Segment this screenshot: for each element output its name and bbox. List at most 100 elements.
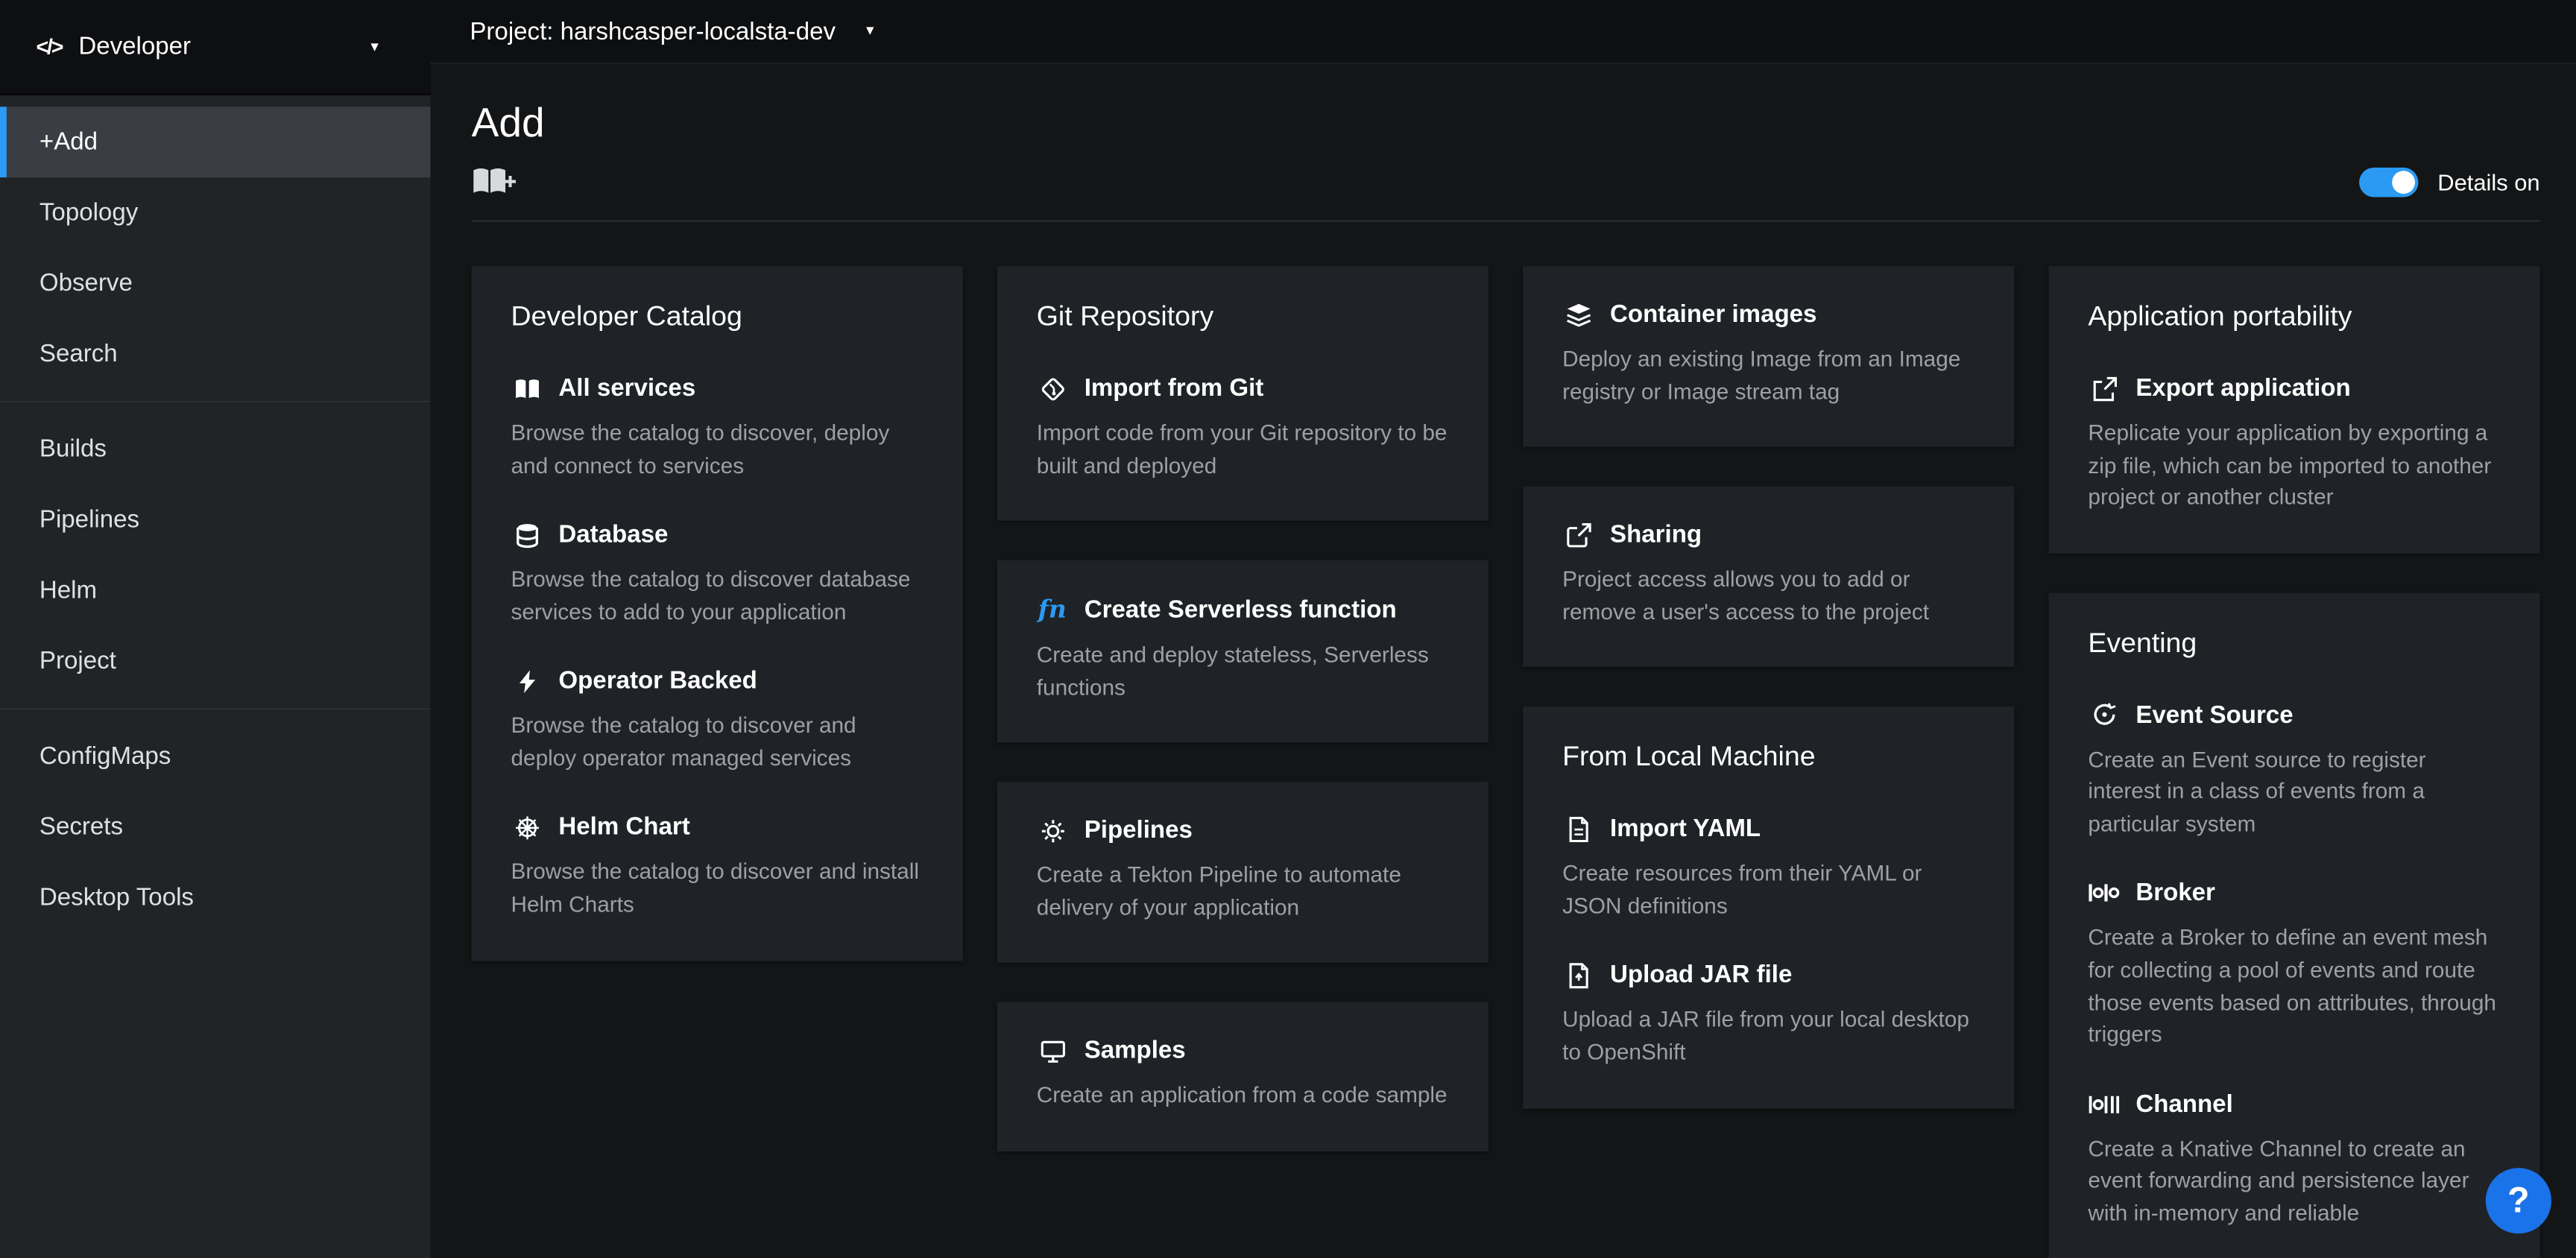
add-item-all-services[interactable]: All services Browse the catalog to disco…	[511, 375, 923, 482]
add-page: Add Details on Developer Catalog	[430, 64, 2576, 1258]
help-button[interactable]: ?	[2486, 1168, 2551, 1233]
card-pipelines[interactable]: Pipelines Create a Tekton Pipeline to au…	[997, 783, 1489, 964]
chevron-down-icon: ▼	[368, 40, 381, 54]
main-area: Project: harshcasper-localsta-dev ▼ Add …	[430, 0, 2576, 1258]
project-selector[interactable]: Project: harshcasper-localsta-dev ▼	[430, 0, 2576, 64]
add-item-broker[interactable]: Broker Create a Broker to define an even…	[2088, 879, 2500, 1051]
card-title: Application portability	[2088, 300, 2500, 333]
sidebar-item-label: +Add	[40, 128, 98, 156]
card-from-local-machine: From Local Machine Import YAML Create re…	[1523, 707, 2014, 1107]
add-item-sharing[interactable]: Sharing Project access allows you to add…	[1562, 521, 1974, 628]
toggle-switch-on[interactable]	[2359, 167, 2418, 197]
item-title: Upload JAR file	[1610, 961, 1792, 989]
item-title: Sharing	[1610, 521, 1702, 549]
question-mark-icon: ?	[2507, 1180, 2530, 1222]
card-container-images[interactable]: Container images Deploy an existing Imag…	[1523, 266, 2014, 447]
item-head: Export application	[2088, 375, 2500, 402]
card-developer-catalog: Developer Catalog All services Browse th…	[472, 266, 963, 960]
code-icon: </>	[36, 34, 62, 59]
operator-backed-icon	[511, 668, 542, 695]
card-serverless-function[interactable]: fn Create Serverless function Create and…	[997, 560, 1489, 743]
item-title: Broker	[2135, 879, 2215, 907]
catalog-icon	[511, 376, 542, 402]
item-head: Import from Git	[1037, 375, 1449, 402]
nav-group-3: ConfigMaps Secrets Desktop Tools	[0, 708, 430, 944]
channel-icon	[2088, 1092, 2119, 1116]
item-head: Sharing	[1562, 521, 1974, 549]
item-description: Create a Knative Channel to create an ev…	[2088, 1133, 2500, 1229]
sidebar-item-observe[interactable]: Observe	[0, 248, 430, 319]
item-title: Samples	[1085, 1037, 1186, 1065]
add-item-samples[interactable]: Samples Create an application from a cod…	[1037, 1037, 1449, 1112]
git-icon	[1037, 376, 1068, 402]
item-description: Import code from your Git repository to …	[1037, 417, 1449, 481]
sidebar-item-configmaps[interactable]: ConfigMaps	[0, 721, 430, 792]
add-item-import-from-git[interactable]: Import from Git Import code from your Gi…	[1037, 375, 1449, 482]
upload-jar-icon	[1562, 962, 1594, 988]
sidebar-item-add[interactable]: +Add	[0, 107, 430, 177]
add-item-channel[interactable]: Channel Create a Knative Channel to crea…	[2088, 1090, 2500, 1230]
nav-group-1: +Add Topology Observe Search	[0, 95, 430, 401]
item-description: Create an application from a code sample	[1037, 1080, 1449, 1112]
sidebar-item-label: Topology	[40, 199, 138, 227]
sidebar-item-helm[interactable]: Helm	[0, 555, 430, 626]
add-item-create-serverless-function[interactable]: fn Create Serverless function Create and…	[1037, 595, 1449, 704]
broker-icon	[2088, 881, 2119, 905]
details-toggle[interactable]: Details on	[2359, 167, 2540, 197]
add-item-operator-backed[interactable]: Operator Backed Browse the catalog to di…	[511, 667, 923, 774]
add-item-database[interactable]: Database Browse the catalog to discover …	[511, 521, 923, 628]
add-item-export-application[interactable]: Export application Replicate your applic…	[2088, 375, 2500, 514]
sidebar-item-label: ConfigMaps	[40, 742, 171, 770]
item-head: Event Source	[2088, 701, 2500, 728]
item-title: Create Serverless function	[1085, 595, 1397, 623]
item-head: Container images	[1562, 300, 1974, 328]
item-title: Channel	[2135, 1090, 2232, 1118]
item-description: Browse the catalog to discover and deplo…	[511, 710, 923, 774]
page-title: Add	[472, 100, 2540, 148]
item-title: Event Source	[2135, 701, 2293, 728]
add-item-container-images[interactable]: Container images Deploy an existing Imag…	[1562, 300, 1974, 408]
item-title: Export application	[2135, 375, 2350, 402]
add-cards-grid: Developer Catalog All services Browse th…	[472, 266, 2540, 1258]
perspective-switcher[interactable]: </> Developer ▼	[0, 0, 430, 95]
sidebar-item-builds[interactable]: Builds	[0, 414, 430, 484]
sidebar-item-secrets[interactable]: Secrets	[0, 791, 430, 862]
item-title: Import YAML	[1610, 815, 1761, 843]
add-item-event-source[interactable]: Event Source Create an Event source to r…	[2088, 701, 2500, 840]
sidebar-item-search[interactable]: Search	[0, 319, 430, 390]
sidebar-item-label: Search	[40, 340, 118, 367]
item-description: Project access allows you to add or remo…	[1562, 563, 1974, 628]
sidebar-item-project[interactable]: Project	[0, 626, 430, 697]
nav-group-2: Builds Pipelines Helm Project	[0, 401, 430, 708]
item-head: Import YAML	[1562, 815, 1974, 843]
pipelines-icon	[1037, 818, 1068, 844]
item-description: Replicate your application by exporting …	[2088, 417, 2500, 513]
card-sharing[interactable]: Sharing Project access allows you to add…	[1523, 487, 2014, 668]
card-samples[interactable]: Samples Create an application from a cod…	[997, 1002, 1489, 1151]
sidebar-item-pipelines[interactable]: Pipelines	[0, 484, 430, 555]
item-description: Browse the catalog to discover, deploy a…	[511, 417, 923, 481]
item-head: Upload JAR file	[1562, 961, 1974, 989]
add-item-upload-jar-file[interactable]: Upload JAR file Upload a JAR file from y…	[1562, 961, 1974, 1069]
card-title: From Local Machine	[1562, 742, 1974, 774]
sidebar-item-label: Project	[40, 647, 116, 674]
add-item-helm-chart[interactable]: Helm Chart Browse the catalog to discove…	[511, 814, 923, 921]
add-item-pipelines[interactable]: Pipelines Create a Tekton Pipeline to au…	[1037, 817, 1449, 924]
item-description: Create an Event source to register inter…	[2088, 744, 2500, 840]
sidebar-item-desktop-tools[interactable]: Desktop Tools	[0, 862, 430, 933]
card-eventing: Eventing Event Source Create an Event so…	[2049, 592, 2540, 1258]
add-item-import-yaml[interactable]: Import YAML Create resources from their …	[1562, 815, 1974, 923]
import-yaml-icon	[1562, 816, 1594, 842]
sidebar-item-label: Secrets	[40, 813, 123, 841]
perspective-label: Developer	[78, 33, 191, 60]
item-head: Broker	[2088, 879, 2500, 907]
page-header-row: Details on	[472, 164, 2540, 198]
sidebar-item-topology[interactable]: Topology	[0, 177, 430, 248]
sharing-icon	[1562, 522, 1594, 548]
item-description: Browse the catalog to discover and insta…	[511, 856, 923, 920]
grid-column-4: Application portability Export applicati…	[2049, 266, 2540, 1258]
toggle-knob	[2392, 170, 2415, 193]
item-head: fn Create Serverless function	[1037, 595, 1449, 625]
project-selector-label: Project: harshcasper-localsta-dev	[470, 17, 836, 45]
sidebar-item-label: Pipelines	[40, 506, 139, 534]
